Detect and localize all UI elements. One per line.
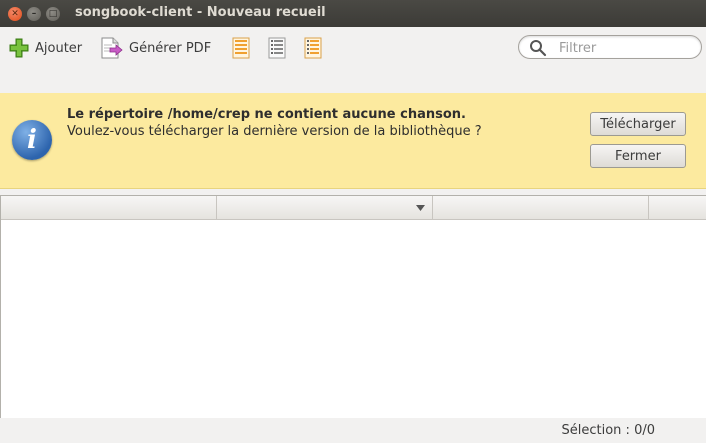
info-icon: i xyxy=(12,120,52,160)
info-bar: i Le répertoire /home/crep ne contient a… xyxy=(0,93,706,189)
search-input[interactable] xyxy=(557,38,691,58)
column-header-2[interactable] xyxy=(217,196,433,219)
column-header-4[interactable] xyxy=(649,196,705,219)
pdf-export-icon xyxy=(101,37,123,59)
list-orange-icon xyxy=(232,37,250,59)
list-view-button-2[interactable] xyxy=(268,37,286,59)
table-header xyxy=(1,196,706,220)
table-body[interactable] xyxy=(1,220,706,418)
window-maximize-icon[interactable]: □ xyxy=(46,7,60,21)
info-title: Le répertoire /home/crep ne contient auc… xyxy=(67,107,466,122)
sort-down-icon xyxy=(416,205,425,211)
generate-pdf-button[interactable]: Générer PDF xyxy=(100,37,211,59)
list-plain-icon xyxy=(268,37,286,59)
list-view-button-1[interactable] xyxy=(232,37,250,59)
add-button[interactable]: Ajouter xyxy=(8,37,82,59)
info-message: Voulez-vous télécharger la dernière vers… xyxy=(67,124,482,139)
list-view-button-3[interactable] xyxy=(304,37,322,59)
list-mixed-icon xyxy=(304,37,322,59)
search-icon xyxy=(530,40,547,57)
window-title: songbook-client - Nouveau recueil xyxy=(75,5,326,20)
window-close-icon[interactable]: ✕ xyxy=(8,7,22,21)
close-infobar-button[interactable]: Fermer xyxy=(590,144,686,168)
generate-pdf-label: Générer PDF xyxy=(129,40,212,56)
download-button[interactable]: Télécharger xyxy=(590,112,686,136)
window-minimize-icon[interactable]: – xyxy=(27,7,41,21)
plus-icon xyxy=(9,38,29,58)
status-bar: Sélection : 0/0 xyxy=(0,418,706,443)
column-header-1[interactable] xyxy=(1,196,217,219)
toolbar: Ajouter Générer PDF xyxy=(0,27,706,93)
songs-table xyxy=(0,195,706,419)
column-header-3[interactable] xyxy=(433,196,649,219)
add-button-label: Ajouter xyxy=(35,40,83,56)
selection-count: Sélection : 0/0 xyxy=(561,423,655,438)
search-field[interactable] xyxy=(518,35,702,59)
window-titlebar: ✕ – □ songbook-client - Nouveau recueil xyxy=(0,0,706,27)
